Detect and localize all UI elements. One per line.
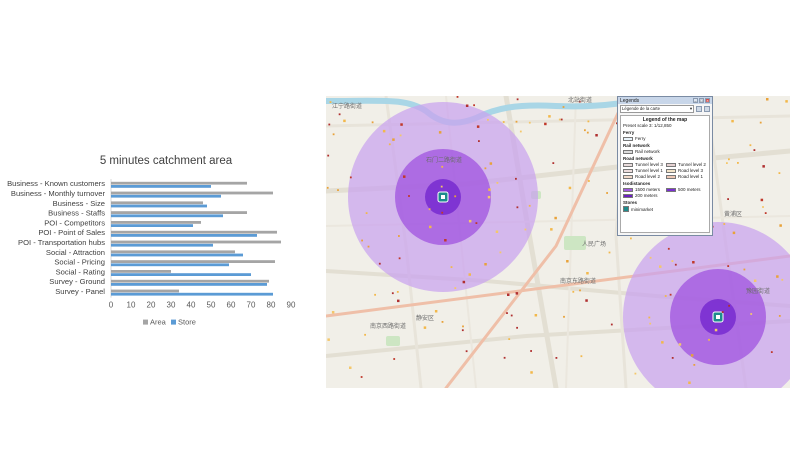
legend-item: 200 meters (623, 193, 664, 198)
x-tick-label: 60 (227, 301, 236, 310)
legend-item: Road level 3 (666, 168, 707, 173)
bar-area (111, 279, 269, 283)
legend-item: Tunnel level 1 (623, 168, 664, 173)
bar-area (111, 211, 247, 214)
x-tick-label: 70 (247, 301, 256, 310)
map-label: 石门二路街道 (426, 156, 462, 164)
bar-chart-svg: 5 minutes catchment area Business - Known… (7, 155, 296, 327)
category-label: POI - Competitors (44, 218, 105, 227)
category-label: Survey - Ground (49, 277, 105, 286)
bar-store (111, 273, 251, 276)
chevron-down-icon: ▾ (689, 106, 692, 111)
x-tick-label: 80 (267, 301, 276, 310)
legend-item: minimarket (623, 206, 707, 212)
map-label: 黄浦区 (724, 210, 742, 218)
legend-section-title: Stores (623, 200, 638, 205)
bar-store (111, 263, 229, 267)
bar-store (111, 283, 267, 286)
legend-section-title: Ferry (623, 130, 635, 135)
legend-settings-icon[interactable] (704, 106, 710, 112)
x-tick-label: 20 (147, 301, 156, 310)
maximize-button[interactable]: □ (699, 98, 704, 103)
category-label: Social - Rating (56, 267, 105, 276)
chart-title: 5 minutes catchment area (100, 155, 233, 167)
preset-scale: Preset scale 3: 1/12,850 (623, 123, 672, 128)
x-tick-label: 0 (109, 301, 114, 310)
legend-toolbar: Légende de la carte ▾ (618, 104, 712, 114)
map-label: 江宁路街道 (332, 102, 362, 110)
legend-item: 1500 meters (623, 187, 664, 192)
legend-label: Area (150, 318, 167, 327)
legend-item: Rail network (623, 149, 707, 154)
category-label: Survey - Panel (55, 287, 105, 296)
catchment-chart: 5 minutes catchment area Business - Known… (0, 140, 330, 340)
x-tick-label: 30 (167, 301, 176, 310)
bar-store (111, 292, 273, 296)
category-label: Social - Attraction (46, 248, 105, 257)
x-tick-label: 90 (287, 301, 296, 310)
bar-area (111, 221, 201, 224)
bar-store (111, 253, 243, 257)
map-label: 静安区 (416, 314, 434, 322)
legend-select-value: Légende de la carte (622, 106, 660, 111)
store-marker-icon (623, 206, 629, 212)
map-svg[interactable]: 江宁路街道 北站街道 石门二路街道 南京东路街道 人民广场 静安区 南京西路街道… (326, 96, 790, 388)
legend-item: 500 meters (666, 187, 707, 192)
legend-edit-icon[interactable] (696, 106, 702, 112)
x-tick-label: 50 (207, 301, 216, 310)
bar-area (111, 191, 273, 195)
minimize-button[interactable]: – (693, 98, 698, 103)
store-marker-icon[interactable] (712, 311, 724, 323)
category-label: Social - Pricing (54, 258, 105, 267)
bar-store (111, 194, 221, 198)
legend-item: Road level 1 (666, 174, 707, 179)
legend-item: Tunnel level 3 (623, 162, 664, 167)
bar-store (111, 243, 213, 247)
map-label: 南京东路街道 (560, 277, 596, 285)
legend-titlebar[interactable]: Legends – □ × (618, 97, 712, 104)
legend-item: Tunnel level 2 (666, 162, 707, 167)
map-label: 人民广场 (582, 240, 606, 248)
rail-swatch (623, 149, 633, 154)
legend-section-title: Rail network (623, 143, 650, 148)
x-tick-label: 40 (187, 301, 196, 310)
legend-select[interactable]: Légende de la carte ▾ (620, 105, 694, 113)
category-label: Business - Known customers (7, 179, 105, 188)
store-marker-icon[interactable] (437, 191, 449, 203)
map-label: 南京西路街道 (370, 322, 406, 330)
bar-store (111, 234, 257, 237)
bar-store (111, 224, 193, 227)
legend-window-title: Legends (620, 97, 640, 104)
close-button[interactable]: × (705, 98, 710, 103)
legend-item: Road level 2 (623, 174, 664, 179)
isodistance-store-2 (623, 222, 790, 388)
bar-store (111, 214, 223, 218)
bar-store (111, 204, 207, 208)
bar-area (111, 201, 203, 205)
legend-swatch (143, 319, 148, 325)
legend-swatch (171, 319, 176, 325)
category-label: Business - Monthly turnover (11, 189, 106, 198)
legend-item: Ferry (623, 136, 707, 141)
category-label: POI - Transportation hubs (18, 238, 105, 247)
bar-area (111, 240, 281, 244)
map-label: 北站街道 (568, 96, 592, 104)
x-tick-label: 10 (127, 301, 136, 310)
bar-area (111, 270, 171, 273)
bar-area (111, 181, 247, 185)
category-label: Business - Staffs (48, 209, 105, 218)
map-label: 豫园街道 (746, 287, 770, 295)
bar-store (111, 185, 211, 188)
legend-label: Store (178, 318, 196, 327)
legend-body: Legend of the map Preset scale 3: 1/12,8… (620, 115, 710, 233)
bar-area (111, 289, 179, 293)
category-label: POI - Point of Sales (38, 228, 105, 237)
bar-area (111, 260, 275, 263)
ferry-swatch (623, 136, 633, 141)
bar-area (111, 250, 235, 254)
map-view[interactable]: 江宁路街道 北站街道 石门二路街道 南京东路街道 人民广场 静安区 南京西路街道… (326, 96, 790, 388)
legend-window[interactable]: Legends – □ × Légende de la carte ▾ Lege… (617, 96, 713, 236)
bar-area (111, 230, 277, 234)
category-label: Business - Size (53, 199, 105, 208)
